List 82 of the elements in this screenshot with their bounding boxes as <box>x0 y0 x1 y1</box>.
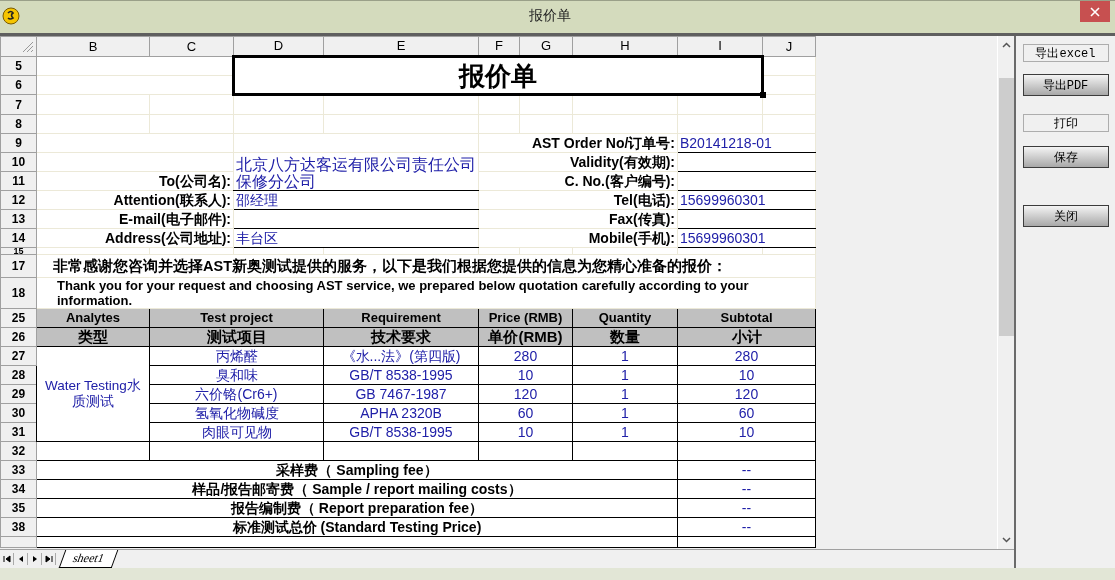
table-cell: 臭和味 <box>149 365 324 385</box>
field-value: 丰台区 <box>233 228 479 248</box>
field-label: Address(公司地址): <box>36 228 234 248</box>
notice-text: 非常感谢您咨询并选择AST新奥测试提供的服务，以下是我们根据您提供的信息为您精心准备的报价： <box>36 254 816 278</box>
field-value: B20141218-01 <box>677 133 816 153</box>
window-title: 报价单 <box>528 6 572 25</box>
table-cell: 1 <box>572 384 678 404</box>
sheet-title: 报价单 <box>459 60 537 91</box>
row-number[interactable]: 7 <box>0 94 37 115</box>
table-cell: 1 <box>572 365 678 385</box>
column-header[interactable]: J <box>762 36 816 57</box>
field-label: Fax(传真): <box>478 209 678 229</box>
column-header[interactable]: D <box>233 36 324 57</box>
table-cell: 60 <box>478 403 573 423</box>
table-cell: 《水...法》(第四版) <box>323 346 479 366</box>
field-value: 邵经理 <box>233 190 479 210</box>
column-header[interactable]: E <box>323 36 479 57</box>
column-header[interactable]: C <box>149 36 234 57</box>
last-sheet-icon[interactable] <box>43 553 56 565</box>
fee-value: -- <box>677 517 816 537</box>
fee-label: 样品/报告邮寄费（ Sample / report mailing costs） <box>36 479 678 499</box>
field-label: E-mail(电子邮件): <box>36 209 234 229</box>
action-button[interactable]: 导出PDF <box>1022 74 1109 96</box>
close-button[interactable] <box>1080 1 1110 22</box>
table-cell: 丙烯醛 <box>149 346 324 366</box>
table-cell: 六价铬(Cr6+) <box>149 384 324 404</box>
column-header[interactable]: B <box>36 36 150 57</box>
close-icon[interactable] <box>1090 6 1100 17</box>
table-cell: 1 <box>572 403 678 423</box>
fee-value: -- <box>677 479 816 499</box>
column-header[interactable]: G <box>519 36 573 57</box>
field-label: Tel(电话): <box>478 190 678 210</box>
field-value: 15699960301 <box>677 228 816 248</box>
field-label: AST Order No/订单号: <box>478 133 678 153</box>
fee-label: 报告编制费（ Report preparation fee） <box>36 498 678 518</box>
table-cell: GB 7467-1987 <box>323 384 479 404</box>
scroll-up-icon[interactable] <box>1001 42 1011 48</box>
field-label: Attention(联系人): <box>36 190 234 210</box>
column-header[interactable]: I <box>677 36 763 57</box>
notice-text: Thank you for your request and choosing AST service, we prepared below quotation carefully according to your information. <box>36 277 816 309</box>
action-button[interactable]: 打印 <box>1022 114 1109 132</box>
table-cell: 120 <box>677 384 816 404</box>
column-header[interactable]: H <box>572 36 678 57</box>
scroll-down-icon[interactable] <box>1001 537 1011 543</box>
row-number[interactable]: 18 <box>0 277 37 309</box>
scroll-thumb[interactable] <box>998 78 1014 336</box>
fee-value: -- <box>677 498 816 518</box>
action-button[interactable]: 导出excel <box>1022 44 1109 62</box>
table-cell: 1 <box>572 346 678 366</box>
table-cell: 10 <box>478 422 573 442</box>
sheet-tab[interactable]: sheet1 <box>58 550 118 568</box>
table-cell: 120 <box>478 384 573 404</box>
table-cell: 10 <box>677 365 816 385</box>
vertical-scrollbar[interactable] <box>997 36 1014 549</box>
field-label: Mobile(手机): <box>478 228 678 248</box>
table-cell: APHA 2320B <box>323 403 479 423</box>
fee-value: -- <box>677 460 816 480</box>
row-number[interactable]: 15 <box>0 247 37 255</box>
field-label: To(公司名): <box>36 171 234 191</box>
table-cell: 60 <box>677 403 816 423</box>
fee-label: 标准测试总价 (Standard Testing Price) <box>36 517 678 537</box>
field-value: 15699960301 <box>677 190 816 210</box>
table-cell: GB/T 8538-1995 <box>323 365 479 385</box>
table-cell: 280 <box>478 346 573 366</box>
table-cell: 280 <box>677 346 816 366</box>
app-icon <box>2 6 20 25</box>
column-header[interactable]: F <box>478 36 520 57</box>
field-value: 北京八方达客运有限公司责任公司保修分公司 <box>233 152 479 191</box>
table-cell: 10 <box>478 365 573 385</box>
field-label: Validity(有效期): <box>478 152 678 172</box>
row-number[interactable]: 17 <box>0 254 37 278</box>
first-sheet-icon[interactable] <box>1 553 14 565</box>
fee-label: 采样费（ Sampling fee） <box>36 460 678 480</box>
field-label: C. No.(客户编号): <box>478 171 678 191</box>
table-cell: 1 <box>572 422 678 442</box>
fill-handle[interactable] <box>760 92 766 98</box>
table-cell: GB/T 8538-1995 <box>323 422 479 442</box>
table-cell: 肉眼可见物 <box>149 422 324 442</box>
action-button[interactable]: 保存 <box>1022 146 1109 168</box>
action-button[interactable]: 关闭 <box>1022 205 1109 227</box>
table-cell: 10 <box>677 422 816 442</box>
table-cell: 氢氧化物碱度 <box>149 403 324 423</box>
